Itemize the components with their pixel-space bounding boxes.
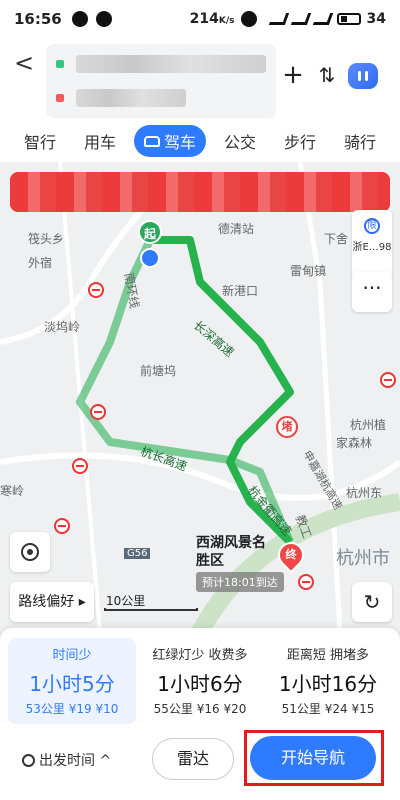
plan-list: 时间少 1小时5分 53公里 ¥19 ¥10 红绿灯少 收费多 1小时6分 55…	[8, 638, 392, 724]
poi-label: 前塘坞	[140, 364, 177, 378]
plan-duration: 1小时5分	[29, 672, 115, 696]
poi-label: 家森林	[336, 436, 373, 450]
no-entry-icon	[88, 282, 104, 298]
poi-label: 淡坞岭	[44, 320, 81, 334]
start-input[interactable]: ███████████████	[76, 55, 266, 73]
start-navigation-button[interactable]: 开始导航	[250, 736, 376, 780]
poi-label: 新港口	[222, 284, 259, 298]
tab-zhixing[interactable]: 智行	[14, 125, 66, 157]
wifi-icon	[268, 13, 289, 25]
poi-label: 杭州东	[346, 486, 383, 500]
no-entry-icon	[298, 574, 314, 590]
tab-drive-label: 驾车	[163, 133, 196, 152]
assistant-button[interactable]	[348, 63, 378, 89]
plate-text: 浙E…98	[352, 242, 392, 253]
tab-drive[interactable]: 驾车	[133, 125, 206, 157]
more-button[interactable]: ···	[352, 272, 392, 312]
plan-tag: 时间少	[52, 648, 92, 663]
plan-info: 53公里 ¥19 ¥10	[25, 702, 119, 716]
tab-walk[interactable]: 步行	[274, 125, 326, 157]
poi-label: 德清站	[218, 222, 255, 236]
poi-label: 筏头乡	[28, 232, 65, 246]
route-input-box: ███████████████ ████████████	[46, 44, 276, 118]
route-search-header: < ███████████████ ████████████ + ⇅	[0, 38, 400, 120]
alarm-icon	[240, 11, 257, 27]
network-speed: 214K/s	[189, 11, 235, 27]
plan-duration: 1小时6分	[157, 672, 243, 696]
message-icon	[71, 11, 88, 27]
tab-yongche[interactable]: 用车	[74, 125, 126, 157]
poi-label: 下舍	[324, 232, 349, 246]
travel-mode-tabs: 智行 用车 驾车 公交 步行 骑行	[0, 120, 400, 162]
plan-option[interactable]: 距离短 拥堵多 1小时16分 51公里 ¥24 ¥15	[264, 638, 392, 724]
radar-button[interactable]: 雷达	[152, 738, 234, 780]
end-marker-label: 终	[285, 548, 297, 561]
jam-marker[interactable]: 堵	[276, 416, 298, 438]
start-row[interactable]: ███████████████	[56, 50, 266, 78]
depart-time-label: 出发时间 ^	[39, 753, 112, 769]
clock-icon	[22, 753, 35, 767]
plan-option[interactable]: 红绿灯少 收费多 1小时6分 55公里 ¥16 ¥20	[136, 638, 264, 724]
plan-info: 55公里 ¥16 ¥20	[153, 702, 247, 716]
depart-time-button[interactable]: 出发时间 ^	[22, 750, 111, 770]
start-dot-icon	[56, 60, 64, 68]
plan-duration: 1小时16分	[278, 672, 378, 696]
battery-level: 34	[366, 11, 386, 27]
notice-banner[interactable]	[10, 172, 390, 212]
signal-icon	[290, 13, 311, 25]
refresh-button[interactable]: ↻	[352, 582, 392, 622]
end-dot-icon	[56, 94, 64, 102]
swap-route-button[interactable]: ⇅	[312, 60, 342, 90]
map-view[interactable]: 筏头乡 外宿 淡坞岭 德清站 雷甸镇 下舍 新港口 前塘坞 寒岭 西湖风景名胜区…	[0, 162, 400, 632]
traffic-limit-panel[interactable]: 限 浙E…98	[352, 210, 392, 280]
limit-badge: 限	[364, 218, 380, 234]
notification-icon	[95, 11, 112, 27]
no-entry-icon	[90, 404, 106, 420]
plan-tag: 红绿灯少 收费多	[152, 648, 248, 663]
scale-label: 10公里	[106, 594, 146, 608]
back-button[interactable]: <	[14, 48, 38, 78]
poi-label: 外宿	[28, 256, 53, 270]
no-entry-icon	[54, 518, 70, 534]
tab-bus[interactable]: 公交	[214, 125, 266, 157]
poi-label: 杭州植	[350, 418, 387, 432]
eta-label: 预计18:01到达	[196, 572, 284, 592]
signal2-icon	[312, 13, 333, 25]
route-plans-panel: 时间少 1小时5分 53公里 ¥19 ¥10 红绿灯少 收费多 1小时6分 55…	[0, 628, 400, 800]
poi-west-lake: 西湖风景名胜区	[196, 535, 266, 569]
plan-tag: 距离短 拥堵多	[286, 648, 370, 663]
add-waypoint-button[interactable]: +	[278, 60, 308, 90]
highway-badge: G56	[124, 548, 151, 559]
no-entry-icon	[380, 372, 396, 388]
poi-hangzhou: 杭州市	[336, 548, 390, 569]
battery-icon	[336, 13, 361, 25]
status-bar: 16:56 214K/s 34	[0, 0, 400, 38]
car-icon	[143, 135, 160, 147]
status-time: 16:56	[14, 10, 62, 28]
no-entry-icon	[72, 458, 88, 474]
plan-option[interactable]: 时间少 1小时5分 53公里 ¥19 ¥10	[8, 638, 136, 724]
scale-bar	[104, 608, 198, 611]
poi-label: 雷甸镇	[290, 264, 327, 278]
end-input[interactable]: ████████████	[76, 89, 186, 107]
route-preference-button[interactable]: 路线偏好 ▸	[10, 582, 94, 622]
current-location-icon	[140, 248, 160, 268]
locate-button[interactable]	[10, 532, 50, 572]
start-marker[interactable]: 起	[138, 220, 162, 244]
plan-info: 51公里 ¥24 ¥15	[281, 702, 375, 716]
end-row[interactable]: ████████████	[56, 84, 186, 112]
poi-label: 寒岭	[0, 484, 25, 498]
tab-bike[interactable]: 骑行	[334, 125, 386, 157]
